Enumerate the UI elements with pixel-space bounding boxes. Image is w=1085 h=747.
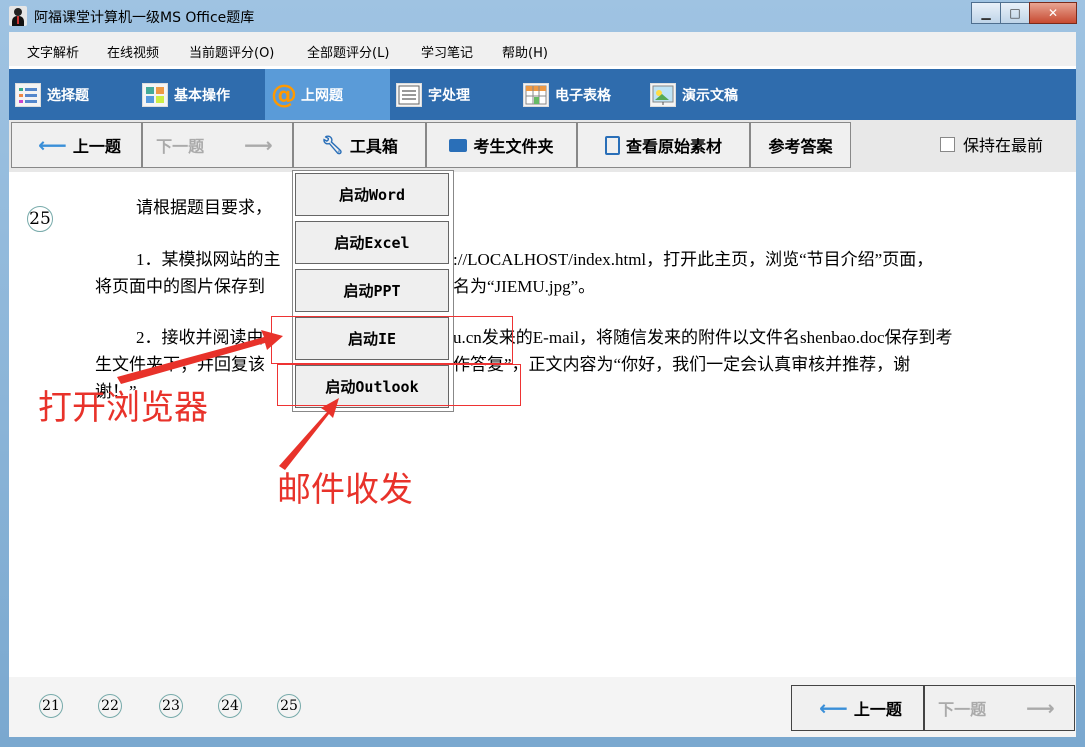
maximize-button[interactable]: □: [1000, 2, 1030, 24]
question-link-23[interactable]: 23: [159, 694, 183, 718]
annotation-mail: 邮件收发: [277, 470, 413, 510]
question-link-24[interactable]: 24: [218, 694, 242, 718]
button-label: 下一题: [938, 700, 987, 719]
annotation-open-browser: 打开浏览器: [38, 388, 208, 428]
client-area: 文字解析 在线视频 当前题评分(O) 全部题评分(L) 学习笔记 帮助(H) 选…: [9, 32, 1076, 737]
footer-nav: 21 22 23 24 25 ⟵ 上一题 下一题 ⟶: [9, 677, 1076, 737]
app-logo-icon: [9, 6, 27, 26]
close-button[interactable]: ✕: [1029, 2, 1077, 24]
title-bar: 阿福课堂计算机一级MS Office题库 ▁ □ ✕: [0, 0, 1085, 32]
minimize-button[interactable]: ▁: [971, 2, 1001, 24]
question-link-22[interactable]: 22: [98, 694, 122, 718]
button-label: 上一题: [853, 700, 902, 719]
arrow-left-icon: ⟵: [819, 696, 848, 720]
question-link-25[interactable]: 25: [277, 694, 301, 718]
question-link-21[interactable]: 21: [39, 694, 63, 718]
app-window: 阿福课堂计算机一级MS Office题库 ▁ □ ✕ 文字解析 在线视频 当前题…: [0, 0, 1085, 747]
footer-prev-button[interactable]: ⟵ 上一题: [791, 685, 924, 731]
arrow-right-icon: ⟶: [1026, 696, 1055, 720]
footer-next-button[interactable]: 下一题 ⟶: [924, 685, 1075, 731]
window-title: 阿福课堂计算机一级MS Office题库: [34, 10, 255, 26]
